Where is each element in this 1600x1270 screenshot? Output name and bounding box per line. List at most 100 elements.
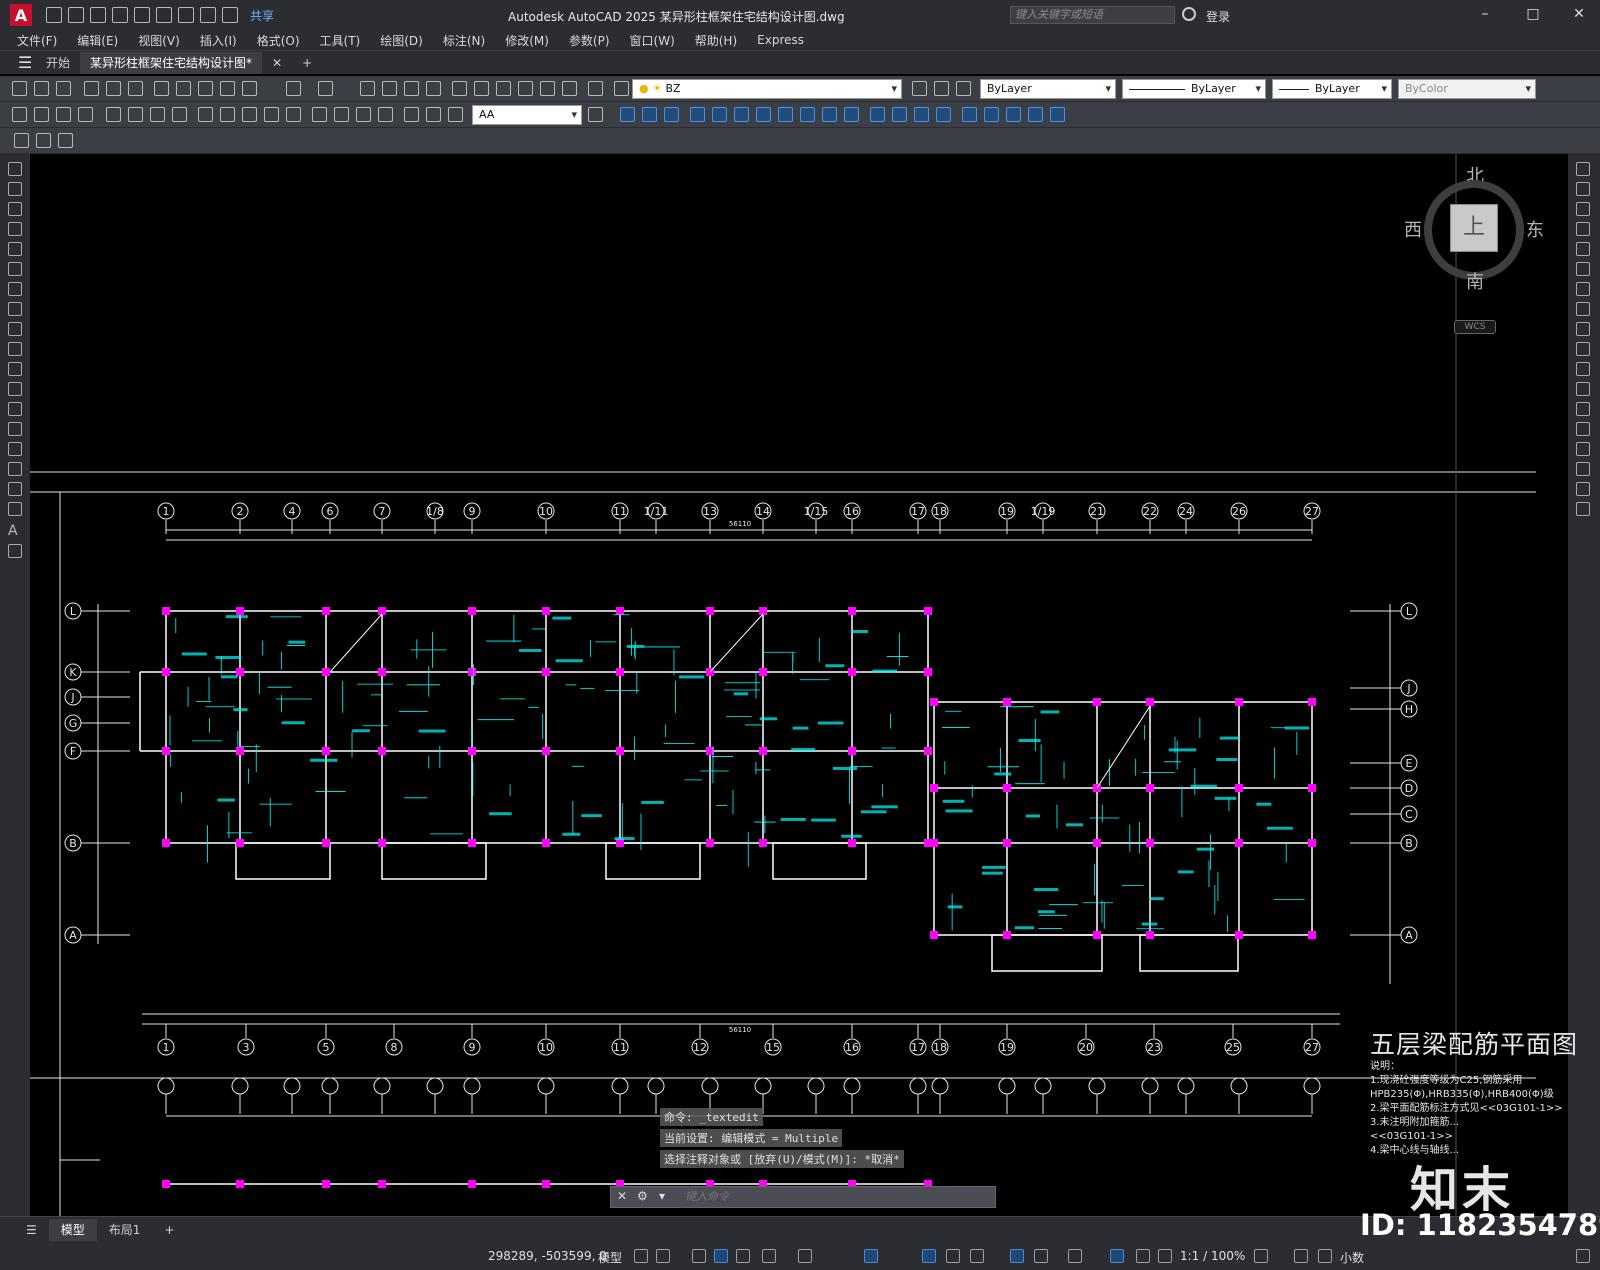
wcs-menu[interactable]: WCS [1454,320,1496,334]
maximize-icon[interactable]: □ [1524,6,1542,24]
linear-dimension-icon[interactable] [12,107,27,122]
new-icon[interactable] [46,7,62,23]
scale-icon[interactable] [1576,302,1590,316]
redo-icon[interactable] [222,7,238,23]
undo-icon[interactable] [286,81,301,96]
selection-filter-icon[interactable] [1068,1249,1082,1263]
table-icon[interactable] [14,133,29,148]
polyline-icon[interactable] [8,202,22,216]
auto-scale-icon[interactable] [1136,1249,1150,1263]
subtract-icon[interactable] [756,107,771,122]
radius-icon[interactable] [106,107,121,122]
viewcube-west[interactable]: 西 [1404,216,1422,242]
export-icon[interactable] [156,7,172,23]
gradient-icon[interactable] [8,462,22,476]
dimension-style-icon[interactable] [588,107,603,122]
menu-draw[interactable]: 绘图(D) [380,32,423,49]
point-icon[interactable] [8,422,22,436]
customize-icon[interactable]: ⚙ [637,1189,648,1203]
menu-window[interactable]: 窗口(W) [630,32,675,49]
menu-modify[interactable]: 修改(M) [505,32,549,49]
layer-previous-icon[interactable] [934,81,949,96]
viewcube[interactable]: 北 上 西 东 南 WCS [1404,162,1544,334]
spline-icon[interactable] [8,322,22,336]
move-icon[interactable] [1576,262,1590,276]
mirror-icon[interactable] [1576,202,1590,216]
print-icon[interactable] [178,7,194,23]
tolerance-icon[interactable] [312,107,327,122]
erase-icon[interactable] [1576,162,1590,176]
object-snap-tracking-icon[interactable] [864,1249,878,1263]
table-edit-icon[interactable] [36,133,51,148]
copy-icon[interactable] [176,81,191,96]
insert-block-icon[interactable] [8,382,22,396]
dimension-edit-icon[interactable] [404,107,419,122]
ordinate-icon[interactable] [78,107,93,122]
search-icon[interactable] [1182,7,1196,21]
share-button[interactable]: 共享 [250,7,274,24]
layer-dropdown[interactable]: ● ☀ BZ ▾ [632,79,902,99]
menu-view[interactable]: 视图(V) [138,32,180,49]
open-icon[interactable] [68,7,84,23]
dynamic-input-icon[interactable] [714,1249,728,1263]
lights-icon[interactable] [936,107,951,122]
tab-drawing[interactable]: 某异形柱框架住宅结构设计图* [80,51,263,74]
recent-commands-icon[interactable]: ▾ [659,1189,665,1203]
properties-icon[interactable] [452,81,467,96]
help-icon[interactable] [588,81,603,96]
offset-icon[interactable] [1576,222,1590,236]
rotate-icon[interactable] [1576,282,1590,296]
units-dropdown[interactable]: 小数 [1340,1249,1364,1266]
tab-layout1[interactable]: 布局1 [97,1219,153,1241]
slice-icon[interactable] [800,107,815,122]
viewcube-south[interactable]: 南 [1466,268,1484,294]
plotstyle-dropdown[interactable]: ByColor ▾ [1398,79,1536,99]
viewcube-east[interactable]: 东 [1526,216,1544,242]
center-mark-icon[interactable] [334,107,349,122]
color-dropdown[interactable]: ByLayer ▾ [980,79,1116,99]
viewcube-top-face[interactable]: 上 [1450,204,1498,252]
dimension-text-edit-icon[interactable] [426,107,441,122]
lineweight-dropdown[interactable]: ByLayer ▾ [1272,79,1392,99]
circle-icon[interactable] [8,282,22,296]
add-selected-icon[interactable] [8,544,22,558]
pan-icon[interactable] [360,81,375,96]
annotation-scale-icon[interactable] [1158,1249,1172,1263]
transparency-icon[interactable] [946,1249,960,1263]
construction-line-icon[interactable] [8,182,22,196]
extrude-icon[interactable] [690,107,705,122]
jogged-linear-icon[interactable] [378,107,393,122]
calculator-icon[interactable] [562,81,577,96]
camera-icon[interactable] [1028,107,1043,122]
polar-tracking-icon[interactable] [762,1249,776,1263]
publish-icon[interactable] [128,81,143,96]
menu-format[interactable]: 格式(O) [257,32,300,49]
close-icon[interactable]: ✕ [1570,6,1588,24]
zoom-window-icon[interactable] [404,81,419,96]
walk-icon[interactable] [984,107,999,122]
fillet-icon[interactable] [1576,462,1590,476]
rectangle-icon[interactable] [8,242,22,256]
ellipse-icon[interactable] [8,342,22,356]
units-icon[interactable] [1318,1249,1332,1263]
table-export-icon[interactable] [58,133,73,148]
jogged-icon[interactable] [128,107,143,122]
ortho-icon[interactable] [736,1249,750,1263]
coordinates-readout[interactable]: 298289, -503599, 0 [488,1249,607,1263]
menu-dimension[interactable]: 标注(N) [443,32,485,49]
cut-icon[interactable] [154,81,169,96]
import-icon[interactable] [134,7,150,23]
annotation-scale-dropdown[interactable]: 1:1 / 100% [1180,1249,1245,1263]
union-icon[interactable] [734,107,749,122]
3d-osnap-icon[interactable] [1010,1249,1024,1263]
autocad-logo-icon[interactable]: A [10,4,32,26]
revolve-icon[interactable] [712,107,727,122]
workspace-switching-icon[interactable] [1254,1249,1268,1263]
inspection-icon[interactable] [356,107,371,122]
login-button[interactable]: 登录 [1206,8,1230,25]
blend-curves-icon[interactable] [1576,482,1590,496]
ellipse-arc-icon[interactable] [8,362,22,376]
chamfer-icon[interactable] [1576,442,1590,456]
menu-help[interactable]: 帮助(H) [695,32,737,49]
break-at-point-icon[interactable] [1576,382,1590,396]
